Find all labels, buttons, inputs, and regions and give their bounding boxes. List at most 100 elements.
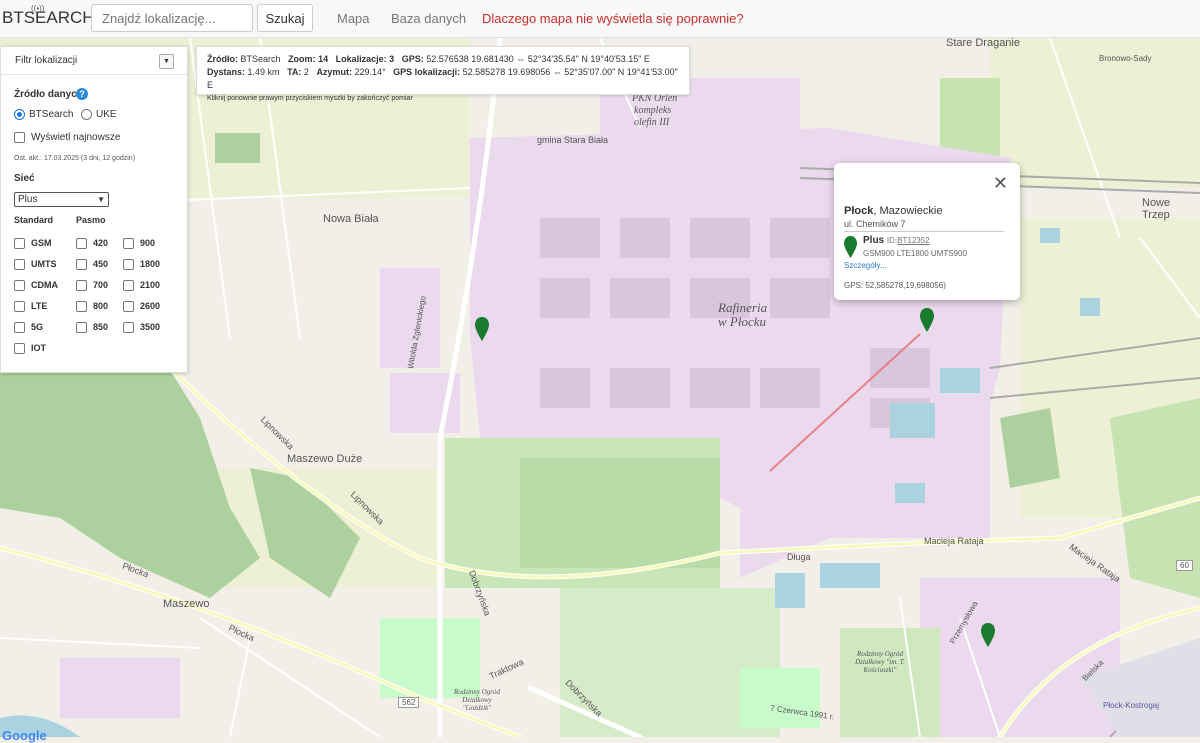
bts-marker[interactable] (475, 317, 489, 341)
checkbox-icon[interactable] (123, 280, 134, 292)
band-label-text: 1800 (140, 259, 161, 269)
band-label-text: 450 (93, 259, 109, 269)
ta-key: TA: (287, 67, 302, 77)
show-newest-checkbox[interactable]: Wyświetl najnowsze (14, 132, 120, 143)
popup-id-label: ID: (886, 236, 898, 245)
band-list-col2: 900 1800 2100 2600 3500 (123, 233, 160, 338)
checkbox-icon[interactable] (123, 259, 134, 271)
popup-region: , Mazowieckie (873, 205, 943, 217)
source-key: Źródło: (207, 54, 238, 64)
standard-umts[interactable]: UMTS (14, 254, 58, 275)
map-label: Nowe Trzep (1142, 197, 1171, 221)
band-label-text: 800 (93, 301, 109, 311)
checkbox-icon[interactable] (76, 280, 87, 292)
checkbox-icon[interactable] (123, 238, 134, 250)
checkbox-icon[interactable] (123, 301, 134, 313)
popup-details-link[interactable]: Szczegóły... (844, 261, 887, 270)
map-label: Płock-Kostrogaj (1103, 701, 1160, 710)
bts-marker-icon (844, 236, 857, 258)
measure-hint: Kliknij ponownie prawym przyciskiem mysz… (207, 95, 413, 102)
standard-label-text: IOT (31, 343, 46, 353)
checkbox-icon[interactable] (76, 238, 87, 250)
map-label: Rodzinny Ogród Działkowy "Goździk" (453, 688, 501, 712)
locations-value: 3 (389, 54, 395, 64)
map-label: Rodzinny Ogród Działkowy "im. T. Kościus… (855, 650, 905, 674)
app-logo[interactable]: BTSEARCH (2, 8, 95, 28)
map-label: Macieja Rataja (924, 536, 984, 546)
help-icon[interactable]: ? (76, 88, 88, 100)
radio-label: BTSearch (29, 109, 74, 121)
band-3500[interactable]: 3500 (123, 317, 160, 338)
checkbox-icon[interactable] (14, 343, 25, 355)
close-icon[interactable]: ✕ (993, 173, 1008, 194)
band-450[interactable]: 450 (76, 254, 108, 275)
radio-icon[interactable] (81, 109, 92, 120)
popup-id[interactable]: BT12352 (897, 236, 929, 245)
checkbox-icon[interactable] (14, 259, 25, 271)
band-1800[interactable]: 1800 (123, 254, 160, 275)
standard-label-text: LTE (31, 301, 48, 311)
distance-key: Dystans: (207, 67, 246, 77)
standard-label-text: 5G (31, 322, 44, 332)
network-select[interactable]: Plus ▼ (14, 192, 109, 207)
band-800[interactable]: 800 (76, 296, 108, 317)
checkbox-icon[interactable] (14, 301, 25, 313)
checkbox-icon[interactable] (14, 280, 25, 292)
standard-gsm[interactable]: GSM (14, 233, 58, 254)
standard-lte[interactable]: LTE (14, 296, 58, 317)
checkbox-icon[interactable] (14, 238, 25, 250)
bts-marker[interactable] (981, 623, 995, 647)
band-2600[interactable]: 2600 (123, 296, 160, 317)
source-value: BTSearch (240, 54, 281, 64)
band-420[interactable]: 420 (76, 233, 108, 254)
nav-map[interactable]: Mapa (337, 11, 370, 26)
map-label: olefin III (634, 117, 670, 128)
radio-icon[interactable] (14, 109, 25, 120)
gps-value: 52.576538 19.681430 ⇔ 52°34'35.54" N 19°… (426, 54, 650, 64)
gps-key: GPS: (401, 54, 424, 64)
checkbox-icon[interactable] (76, 322, 87, 334)
bts-marker-selected[interactable] (920, 308, 934, 332)
popup-network: Plus (863, 235, 885, 246)
source-radio-btsearch[interactable]: BTSearch (14, 109, 73, 120)
band-2100[interactable]: 2100 (123, 275, 160, 296)
azimuth-value: 229.14° (354, 67, 386, 77)
standard-5g[interactable]: 5G (14, 317, 58, 338)
popup-street: ul. Chemików 7 (844, 219, 1004, 232)
band-label-text: 3500 (140, 322, 161, 332)
nav-database[interactable]: Baza danych (391, 11, 466, 26)
band-label-text: 850 (93, 322, 109, 332)
checkbox-icon[interactable] (14, 132, 25, 143)
road-number: 562 (398, 697, 420, 708)
map-label: Bronowo-Sady (1099, 54, 1152, 63)
nav-map-problem-link[interactable]: Dlaczego mapa nie wyświetla się poprawni… (482, 11, 744, 26)
standard-list: GSM UMTS CDMA LTE 5G IOT (14, 233, 58, 359)
checkbox-icon[interactable] (123, 322, 134, 334)
band-850[interactable]: 850 (76, 317, 108, 338)
standard-cdma[interactable]: CDMA (14, 275, 58, 296)
measurement-info-box: Źródło: BTSearch Zoom: 14 Lokalizacje: 3… (196, 46, 690, 102)
standard-iot[interactable]: IOT (14, 338, 58, 359)
band-list-col1: 420 450 700 800 850 (76, 233, 108, 338)
search-input[interactable] (91, 4, 253, 32)
standard-label-text: UMTS (31, 259, 57, 269)
standard-label: Standard (14, 215, 54, 225)
checkbox-icon[interactable] (76, 259, 87, 271)
collapse-chevron-icon[interactable]: ▼ (159, 54, 174, 69)
search-button[interactable]: Szukaj (257, 4, 313, 32)
checkbox-icon[interactable] (76, 301, 87, 313)
band-label-text: 700 (93, 280, 109, 290)
measure-line-2: Dystans: 1.49 km TA: 2 Azymut: 229.14° G… (207, 66, 679, 92)
band-900[interactable]: 900 (123, 233, 160, 254)
source-radio-uke[interactable]: UKE (81, 109, 117, 120)
checkbox-icon[interactable] (14, 322, 25, 334)
popup-city: Płock (844, 205, 874, 217)
google-logo[interactable]: Google (2, 728, 47, 743)
checkbox-label: Wyświetl najnowsze (31, 132, 121, 144)
standard-label-text: CDMA (31, 280, 58, 290)
bts-info-popup: ✕ Płock, Mazowieckie ul. Chemików 7 Plus… (834, 163, 1020, 300)
map-label: Maszewo Duże (287, 453, 363, 465)
map-label: Maszewo (163, 598, 210, 610)
band-700[interactable]: 700 (76, 275, 108, 296)
road-number: 60 (1176, 560, 1193, 571)
